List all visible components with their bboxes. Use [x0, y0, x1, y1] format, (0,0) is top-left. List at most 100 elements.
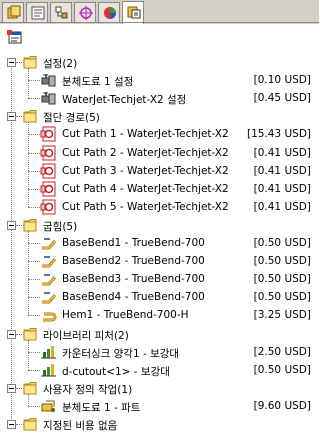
tree-item[interactable]: Cut Path 5 - WaterJet-Techjet-X2 [0.41 US…: [0, 198, 319, 217]
tree-item[interactable]: BaseBend1 - TrueBend-700 [0.50 USD]: [0, 234, 319, 253]
cost-manager-panel: 설정(2) 분체도료 1 설정 [0.10 USD] WaterJet-Techjet…: [0, 0, 319, 435]
library-feature-icon: [41, 363, 56, 377]
item-label: Cut Path 1 - WaterJet-Techjet-X2: [62, 128, 229, 141]
tree-item[interactable]: 분체도료 1 설정 [0.10 USD]: [0, 71, 319, 90]
item-price: [0.50 USD]: [253, 237, 311, 249]
cut-path-icon: [40, 181, 56, 197]
tree-connector: [28, 315, 40, 317]
item-price: [9.60 USD]: [253, 399, 311, 412]
tree-item[interactable]: Cut Path 1 - WaterJet-Techjet-X2 [15.43 U…: [0, 125, 319, 144]
tree-item[interactable]: Cut Path 2 - WaterJet-Techjet-X2 [0.41 US…: [0, 144, 319, 163]
item-label: 카운터싱크 양각1 - 보강대: [62, 347, 180, 360]
folder-icon: [23, 56, 37, 69]
collapse-toggle[interactable]: [7, 329, 16, 339]
tree-item[interactable]: BaseBend2 - TrueBend-700 [0.50 USD]: [0, 252, 319, 271]
group-label: 설정(2): [43, 58, 78, 70]
tree-connector: [28, 230, 29, 316]
group-label: 사용자 정의 작업(1): [43, 383, 133, 396]
collapse-toggle[interactable]: [7, 58, 16, 67]
item-label: Hem1 - TrueBend-700-H: [62, 309, 189, 322]
item-price: [0.50 USD]: [253, 255, 311, 268]
item-price: [0.41 USD]: [253, 146, 311, 159]
item-label: 분체도료 1 설정: [62, 76, 134, 89]
tree-item[interactable]: BaseBend4 - TrueBend-700 [0.50 USD]: [0, 288, 319, 307]
folder-icon: [23, 218, 37, 232]
tree-group[interactable]: 설정(2): [0, 53, 319, 72]
folder-icon: [23, 110, 37, 123]
item-label: Cut Path 4 - WaterJet-Techjet-X2: [62, 182, 229, 195]
tree-item[interactable]: 분체도료 1 - 파트 [9.60 USD]: [0, 397, 319, 416]
item-label: Cut Path 3 - WaterJet-Techjet-X2: [62, 164, 229, 177]
tree-item[interactable]: BaseBend3 - TrueBend-700 [0.50 USD]: [0, 270, 319, 289]
collapse-toggle[interactable]: [7, 420, 16, 429]
bend-icon: [42, 274, 57, 286]
tree-group[interactable]: 라이브러리 피처(2): [0, 325, 319, 344]
tree-connector: [28, 393, 29, 406]
item-price: [15.43 USD]: [246, 128, 311, 141]
group-label: 지정된 비용 없음: [43, 420, 118, 432]
tree-connector: [28, 122, 29, 207]
collapse-toggle[interactable]: [7, 383, 16, 393]
item-price: [0.10 USD]: [253, 74, 311, 87]
tree-group[interactable]: 절단 경로(5): [0, 107, 319, 126]
tree-connector: [28, 206, 40, 208]
tree-connector: [28, 297, 40, 299]
tree-group[interactable]: 지정된 비용 없음: [0, 415, 319, 434]
item-price: [3.25 USD]: [253, 309, 311, 322]
group-label: 절단 경로(5): [43, 112, 100, 125]
tree-connector: [28, 80, 40, 82]
library-feature-icon: [41, 345, 56, 359]
group-label: 라이브러리 피처(2): [43, 329, 129, 342]
tree-item[interactable]: Hem1 - TrueBend-700-H [3.25 USD]: [0, 306, 319, 325]
tree-group[interactable]: 굽힘(5): [0, 216, 319, 235]
tree-connector: [28, 243, 40, 244]
setup-icon: [41, 92, 56, 105]
tree-connector: [28, 170, 40, 172]
tree-connector: [28, 351, 40, 353]
tree-item[interactable]: 카운터싱크 양각1 - 보강대 [2.50 USD]: [0, 343, 319, 362]
bend-icon: [42, 256, 57, 268]
tree-item[interactable]: WaterJet-Techjet-X2 설정 [0.45 USD]: [0, 89, 319, 108]
folder-icon: [23, 381, 37, 395]
cost-tree: 설정(2) 분체도료 1 설정 [0.10 USD] WaterJet-Techjet…: [0, 0, 319, 435]
hem-icon: [43, 312, 57, 322]
tree-connector: [28, 98, 40, 100]
item-price: [0.50 USD]: [253, 291, 311, 304]
tree-item[interactable]: Cut Path 4 - WaterJet-Techjet-X2 [0.41 US…: [0, 180, 319, 199]
collapse-toggle[interactable]: [7, 220, 16, 230]
tree-connector: [28, 405, 40, 407]
item-label: Cut Path 2 - WaterJet-Techjet-X2: [62, 146, 229, 159]
cut-path-icon: [40, 145, 56, 160]
item-label: d-cutout<1> - 보강대: [62, 365, 170, 378]
custom-operation-icon: [41, 400, 55, 412]
group-label: 굽힘(5): [43, 220, 78, 233]
item-label: BaseBend1 - TrueBend-700: [62, 237, 205, 249]
tree-connector: [28, 188, 40, 190]
item-price: [0.50 USD]: [253, 273, 311, 286]
setup-icon: [41, 74, 56, 87]
tree-connector: [28, 134, 40, 136]
item-price: [0.50 USD]: [253, 363, 311, 376]
tree-connector: [28, 369, 40, 371]
item-label: Cut Path 5 - WaterJet-Techjet-X2: [62, 200, 229, 213]
item-label: 분체도료 1 - 파트: [62, 401, 141, 414]
bend-icon: [42, 238, 57, 250]
item-price: [2.50 USD]: [253, 345, 311, 358]
item-price: [0.41 USD]: [253, 182, 311, 195]
folder-icon: [23, 418, 37, 431]
item-label: BaseBend4 - TrueBend-700: [62, 291, 205, 304]
tree-item[interactable]: Cut Path 3 - WaterJet-Techjet-X2 [0.41 US…: [0, 162, 319, 181]
collapse-toggle[interactable]: [7, 112, 16, 122]
tree-connector: [28, 339, 29, 370]
item-label: BaseBend3 - TrueBend-700: [62, 273, 205, 286]
tree-connector: [28, 152, 40, 154]
tree-item[interactable]: d-cutout<1> - 보강대 [0.50 USD]: [0, 361, 319, 380]
tree-group[interactable]: 사용자 정의 작업(1): [0, 379, 319, 398]
cut-path-icon: [40, 126, 56, 142]
tree-connector: [28, 261, 40, 263]
cut-path-icon: [40, 163, 56, 179]
tree-connector: [28, 68, 29, 99]
tree-connector: [28, 279, 40, 281]
folder-icon: [23, 327, 37, 340]
item-price: [0.41 USD]: [253, 200, 311, 213]
